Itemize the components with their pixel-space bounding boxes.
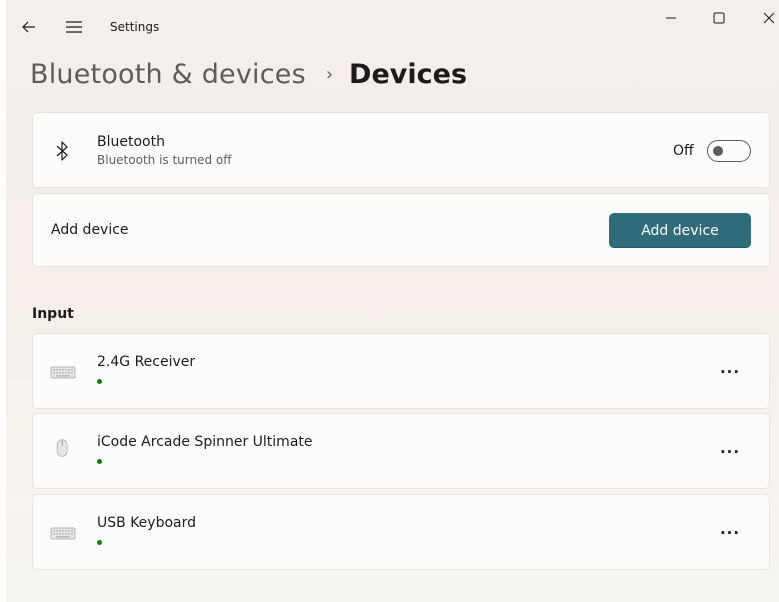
- close-icon[interactable]: [759, 8, 779, 28]
- bluetooth-toggle-label: Off: [673, 143, 694, 159]
- bluetooth-title: Bluetooth: [97, 134, 165, 150]
- breadcrumb-separator: ›: [325, 63, 334, 85]
- back-icon[interactable]: [20, 18, 38, 36]
- maximize-icon[interactable]: [709, 8, 729, 28]
- more-options-button[interactable]: ···: [713, 521, 747, 545]
- hamburger-menu-icon[interactable]: [64, 18, 84, 36]
- bluetooth-icon: [55, 139, 69, 163]
- device-name: USB Keyboard: [97, 515, 196, 531]
- toggle-knob: [713, 146, 723, 156]
- bluetooth-card: Bluetooth Bluetooth is turned off Off: [32, 112, 770, 188]
- device-row[interactable]: iCode Arcade Spinner Ultimate ···: [32, 413, 770, 489]
- minimize-icon[interactable]: [661, 8, 681, 28]
- settings-window: Settings Bluetooth & devices › Devices B…: [6, 0, 779, 602]
- device-row[interactable]: 2.4G Receiver ···: [32, 333, 770, 409]
- add-device-label: Add device: [51, 222, 129, 238]
- breadcrumb-parent[interactable]: Bluetooth & devices: [30, 59, 306, 90]
- keyboard-icon: [49, 362, 77, 382]
- device-row[interactable]: USB Keyboard ···: [32, 494, 770, 570]
- connected-status-dot: [97, 379, 102, 384]
- breadcrumb: Bluetooth & devices › Devices: [30, 54, 467, 94]
- app-title: Settings: [110, 20, 160, 34]
- title-bar: Settings: [6, 0, 779, 52]
- add-device-card: Add device Add device: [32, 193, 770, 267]
- more-options-button[interactable]: ···: [713, 360, 747, 384]
- page-title: Devices: [349, 58, 468, 90]
- bluetooth-subtitle: Bluetooth is turned off: [97, 153, 232, 167]
- mouse-icon: [49, 439, 77, 462]
- connected-status-dot: [97, 540, 102, 545]
- input-section-heading: Input: [32, 306, 74, 322]
- bluetooth-toggle[interactable]: [707, 140, 751, 162]
- connected-status-dot: [97, 459, 102, 464]
- add-device-button[interactable]: Add device: [609, 213, 751, 248]
- device-name: iCode Arcade Spinner Ultimate: [97, 434, 313, 450]
- device-name: 2.4G Receiver: [97, 354, 196, 370]
- more-options-button[interactable]: ···: [713, 440, 747, 464]
- keyboard-icon: [49, 523, 77, 543]
